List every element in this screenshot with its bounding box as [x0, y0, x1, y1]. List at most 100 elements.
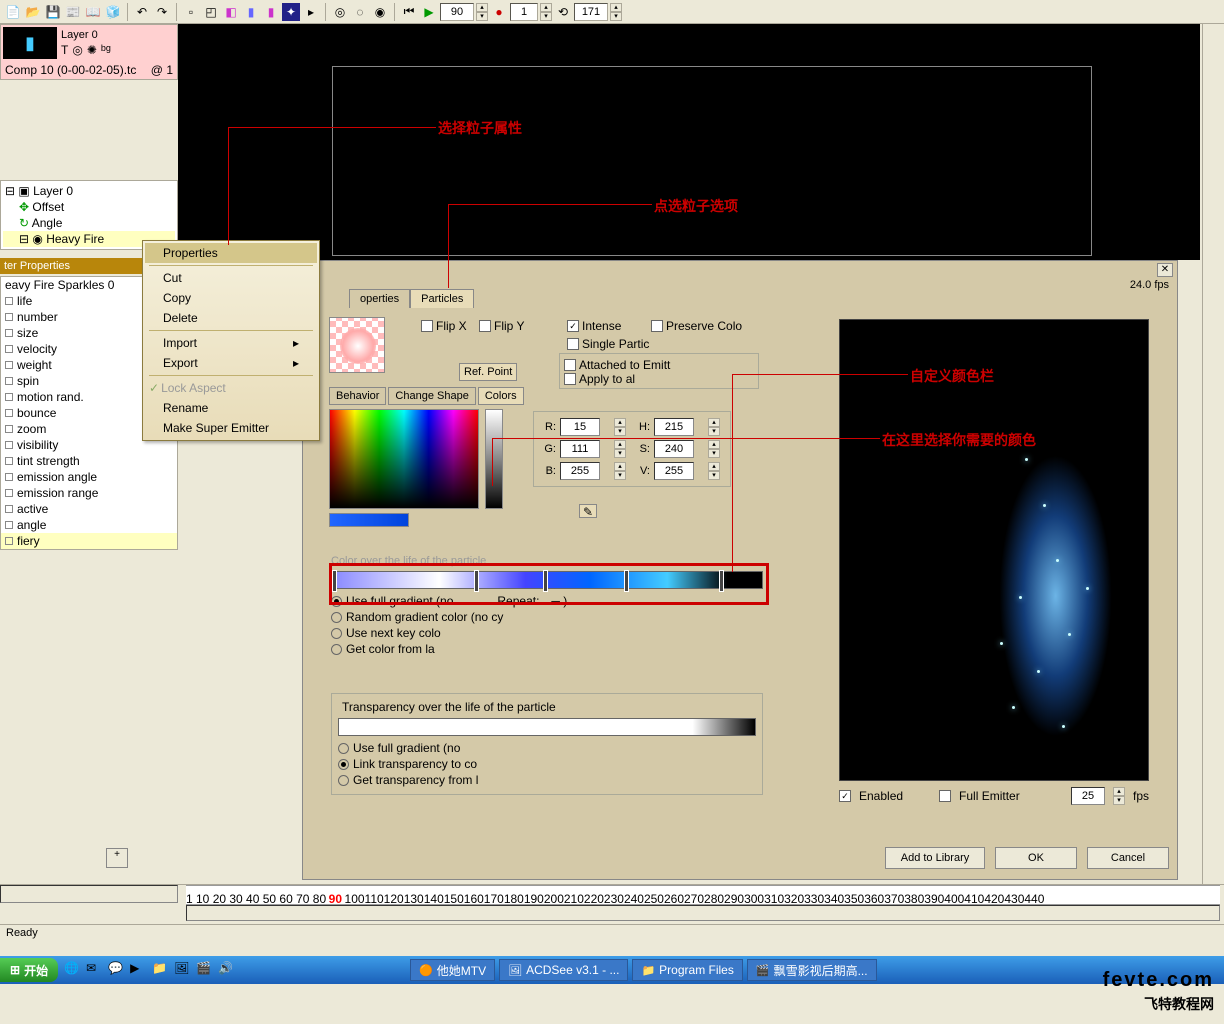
tb-t7-icon[interactable]: ▸: [302, 3, 320, 21]
tb-t8-icon[interactable]: ◎: [331, 3, 349, 21]
timeline-ruler[interactable]: 1 10 20 30 40 50 60 70 80 90 10011012013…: [186, 885, 1220, 905]
frame2-input[interactable]: [574, 3, 608, 21]
frame-input[interactable]: [440, 3, 474, 21]
f2-up[interactable]: ▴: [610, 3, 622, 12]
f2-down[interactable]: ▾: [610, 12, 622, 21]
task-item-3[interactable]: 📁Program Files: [632, 959, 742, 981]
add-layer-button[interactable]: +: [106, 848, 128, 868]
prop-emrange[interactable]: emission range: [1, 485, 177, 501]
single-checkbox[interactable]: [567, 338, 579, 350]
text-icon[interactable]: T: [61, 43, 68, 57]
ql-8-icon[interactable]: 🔊: [218, 961, 236, 979]
color-picker[interactable]: [329, 409, 479, 509]
frame-up[interactable]: ▴: [476, 3, 488, 12]
tb-book2-icon[interactable]: 📖: [84, 3, 102, 21]
subtab-behavior[interactable]: Behavior: [329, 387, 386, 405]
tb-t5-icon[interactable]: ▮: [262, 3, 280, 21]
shape-thumbnail[interactable]: [329, 317, 385, 373]
tb-t2-icon[interactable]: ◰: [202, 3, 220, 21]
r-input[interactable]: [560, 418, 600, 436]
ctx-export[interactable]: Export▸: [145, 353, 317, 373]
tree-root[interactable]: ⊟ ▣ Layer 0: [3, 183, 175, 199]
ok-button[interactable]: OK: [995, 847, 1077, 869]
tab-properties[interactable]: operties: [349, 289, 410, 308]
ctx-delete[interactable]: Delete: [145, 308, 317, 328]
cancel-button[interactable]: Cancel: [1087, 847, 1169, 869]
tb-save-icon[interactable]: 💾: [44, 3, 62, 21]
prop-fiery[interactable]: fiery: [1, 533, 177, 549]
task-item-4[interactable]: 🎬飘雪影视后期高...: [747, 959, 877, 981]
tb-t10-icon[interactable]: ◉: [371, 3, 389, 21]
r1-random[interactable]: [331, 612, 342, 623]
ql-7-icon[interactable]: 🎬: [196, 961, 214, 979]
r1-use-full[interactable]: [331, 596, 342, 607]
tb-t3-icon[interactable]: ◧: [222, 3, 240, 21]
subtab-shape[interactable]: Change Shape: [388, 387, 475, 405]
comp-row[interactable]: Comp 10 (0-00-02-05).tc @ 1: [1, 61, 177, 79]
rec-up[interactable]: ▴: [540, 3, 552, 12]
task-item-1[interactable]: 🟠他她MTV: [410, 959, 495, 981]
color-gradient-bar[interactable]: [331, 571, 763, 589]
eyedropper-icon[interactable]: ✎: [579, 504, 597, 518]
ctx-copy[interactable]: Copy: [145, 288, 317, 308]
right-scrollbar[interactable]: [1202, 24, 1224, 884]
start-button[interactable]: ⊞开始: [0, 958, 58, 982]
h-input[interactable]: [654, 418, 694, 436]
full-emitter-checkbox[interactable]: [939, 790, 951, 802]
intense-checkbox[interactable]: ✓: [567, 320, 579, 332]
ql-mail-icon[interactable]: ✉: [86, 961, 104, 979]
prop-angle[interactable]: angle: [1, 517, 177, 533]
tb-t1-icon[interactable]: ▫: [182, 3, 200, 21]
ql-msg-icon[interactable]: 💬: [108, 961, 126, 979]
ql-6-icon[interactable]: 🖼: [174, 961, 192, 979]
ql-media-icon[interactable]: ▶: [130, 961, 148, 979]
tb-t9-icon[interactable]: ◌: [351, 3, 369, 21]
attached-checkbox[interactable]: [564, 359, 576, 371]
stage[interactable]: [178, 24, 1200, 260]
ctx-import[interactable]: Import▸: [145, 333, 317, 353]
r1-next[interactable]: [331, 628, 342, 639]
timeline-scrollbar[interactable]: [186, 905, 1220, 921]
tb-book-icon[interactable]: 📰: [64, 3, 82, 21]
tb-new-icon[interactable]: 📄: [4, 3, 22, 21]
brightness-slider[interactable]: [485, 409, 503, 509]
prop-active[interactable]: active: [1, 501, 177, 517]
preserve-checkbox[interactable]: [651, 320, 663, 332]
v-input[interactable]: [654, 462, 694, 480]
ql-ie-icon[interactable]: 🌐: [64, 961, 82, 979]
ref-point-button[interactable]: Ref. Point: [459, 363, 517, 381]
prop-tint[interactable]: tint strength: [1, 453, 177, 469]
tb-redo-icon[interactable]: ↷: [153, 3, 171, 21]
tb-undo-icon[interactable]: ↶: [133, 3, 151, 21]
s-input[interactable]: [654, 440, 694, 458]
tree-offset[interactable]: ✥ Offset: [3, 199, 175, 215]
bg-icon[interactable]: bg: [101, 43, 111, 57]
frame-down[interactable]: ▾: [476, 12, 488, 21]
preview-fps-input[interactable]: [1071, 787, 1105, 805]
add-to-library-button[interactable]: Add to Library: [885, 847, 985, 869]
r2-full[interactable]: [338, 743, 349, 754]
transparency-bar[interactable]: [338, 718, 756, 736]
r2-get[interactable]: [338, 775, 349, 786]
b-input[interactable]: [560, 462, 600, 480]
rec-down[interactable]: ▾: [540, 12, 552, 21]
r2-link[interactable]: [338, 759, 349, 770]
g-input[interactable]: [560, 440, 600, 458]
layer-row[interactable]: ▮ Layer 0 T ◎ ✺ bg: [1, 25, 177, 61]
ql-5-icon[interactable]: 📁: [152, 961, 170, 979]
subtab-colors[interactable]: Colors: [478, 387, 524, 405]
loop-icon[interactable]: ⟲: [554, 3, 572, 21]
gear-icon[interactable]: ✺: [87, 43, 97, 57]
rewind-icon[interactable]: ⏮: [400, 3, 418, 21]
play-icon[interactable]: ▶: [420, 3, 438, 21]
task-item-2[interactable]: 🖼ACDSee v3.1 - ...: [499, 959, 628, 981]
prop-emangle[interactable]: emission angle: [1, 469, 177, 485]
rec-input[interactable]: [510, 3, 538, 21]
apply-checkbox[interactable]: [564, 373, 576, 385]
ctx-properties[interactable]: Properties: [145, 243, 317, 263]
ctx-rename[interactable]: Rename: [145, 398, 317, 418]
record-icon[interactable]: ●: [490, 3, 508, 21]
ctx-cut[interactable]: Cut: [145, 268, 317, 288]
flipy-checkbox[interactable]: [479, 320, 491, 332]
timeline-left-scroll[interactable]: [0, 885, 178, 903]
